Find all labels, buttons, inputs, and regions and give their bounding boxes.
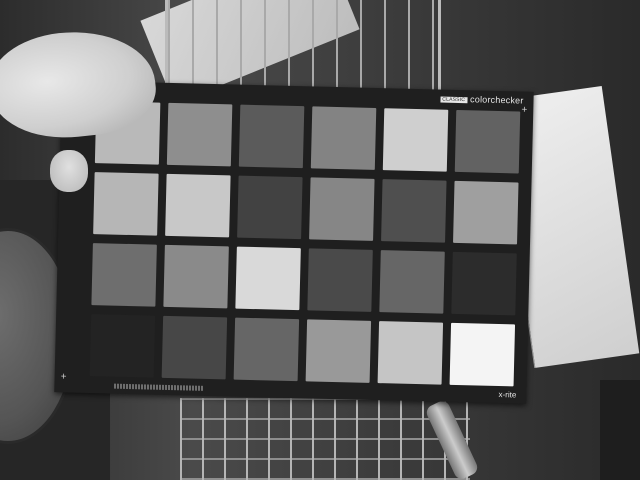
color-patch — [309, 177, 375, 241]
crosshair-mark-top-right: + — [521, 104, 528, 116]
photo-scene: CLASSIC colorchecker + + x-rite — [0, 0, 640, 480]
color-patch-grid — [89, 101, 521, 387]
color-patch — [377, 321, 444, 385]
crosshair-mark-bottom-left: + — [60, 371, 67, 383]
color-patch — [307, 248, 373, 312]
color-patch — [91, 243, 157, 307]
color-patch — [161, 315, 228, 380]
color-patch — [93, 172, 159, 236]
color-patch — [453, 180, 519, 245]
color-patch — [379, 250, 445, 314]
color-patch — [166, 102, 233, 167]
color-patch — [381, 179, 447, 243]
color-patch — [238, 104, 305, 169]
ruler-scale — [114, 383, 205, 391]
color-patch — [163, 244, 229, 309]
color-patch — [449, 322, 516, 387]
color-patch — [454, 109, 521, 174]
thumb — [50, 150, 88, 192]
color-patch — [305, 319, 372, 383]
color-patch — [233, 317, 300, 382]
color-patch — [382, 108, 449, 172]
color-patch — [237, 175, 303, 240]
color-checker-card: CLASSIC colorchecker + + x-rite — [54, 80, 534, 404]
brand-tag: CLASSIC — [440, 96, 468, 103]
wire-rack-top — [165, 0, 441, 90]
color-patch — [165, 173, 231, 238]
brand-name: colorchecker — [469, 94, 524, 106]
dark-bracket — [600, 380, 640, 480]
color-patch — [451, 251, 517, 316]
color-patch — [89, 314, 156, 378]
card-maker-logo: x-rite — [498, 390, 517, 400]
color-patch — [310, 106, 377, 170]
color-patch — [235, 246, 301, 311]
card-brand: CLASSIC colorchecker — [440, 94, 524, 106]
